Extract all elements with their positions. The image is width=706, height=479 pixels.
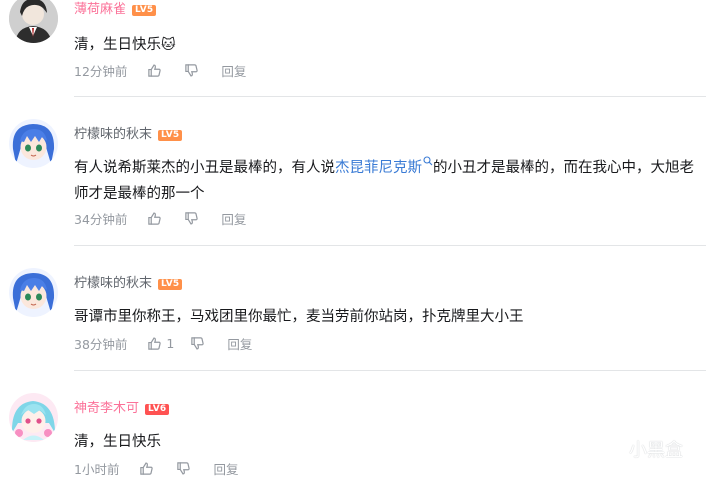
like-button[interactable] — [147, 211, 162, 226]
timestamp: 1小时前 — [74, 461, 120, 477]
like-button[interactable] — [147, 63, 162, 78]
like-button[interactable]: 1 — [147, 336, 174, 351]
tag-text: 杰昆菲尼克斯 — [335, 160, 422, 176]
dislike-button[interactable] — [190, 336, 205, 351]
timestamp: 34分钟前 — [74, 211, 128, 227]
comment-header: 神奇李木可 LV6 — [74, 401, 170, 417]
comment-body: 清，生日快乐 — [74, 434, 161, 450]
divider — [74, 245, 706, 246]
watermark: 小黑盒 — [600, 436, 683, 462]
search-tag-link[interactable]: 杰昆菲尼克斯 — [335, 156, 433, 176]
like-count: 1 — [166, 335, 175, 351]
comment-header: 柠檬味的秋末 LV5 — [74, 276, 183, 292]
level-badge: LV5 — [158, 129, 183, 141]
comment-body-part: 有人说希斯莱杰的小丑是最棒的，有人说 — [74, 160, 335, 176]
divider — [74, 96, 706, 97]
reply-button[interactable]: 回复 — [221, 61, 246, 80]
username[interactable]: 柠檬味的秋末 — [74, 127, 152, 143]
level-badge: LV5 — [158, 278, 183, 290]
dislike-button[interactable] — [184, 211, 199, 226]
username[interactable]: 柠檬味的秋末 — [74, 276, 152, 292]
reply-button[interactable]: 回复 — [213, 459, 238, 478]
dislike-button[interactable] — [176, 461, 191, 476]
thumbs-up-icon — [148, 211, 162, 225]
avatar[interactable] — [9, 393, 58, 442]
comment-header: 薄荷麻雀 LV5 — [74, 2, 157, 18]
heybox-logo-icon — [602, 437, 622, 461]
like-button[interactable] — [139, 461, 154, 476]
comment-header: 柠檬味的秋末 LV5 — [74, 127, 183, 143]
divider — [74, 370, 706, 371]
watermark-text: 小黑盒 — [629, 440, 683, 461]
avatar[interactable] — [9, 119, 58, 168]
avatar[interactable] — [9, 268, 58, 317]
comment-text: 哥谭市里你称王，马戏团里你最忙，麦当劳前你站岗，扑克牌里大小王 — [74, 304, 699, 330]
comment-meta: 12分钟前 回复 — [74, 61, 268, 79]
timestamp: 12分钟前 — [74, 63, 128, 79]
avatar[interactable] — [9, 0, 58, 43]
comment-meta: 38分钟前 1 回复 — [74, 334, 274, 352]
thumbs-up-icon — [148, 63, 162, 77]
level-badge: LV6 — [145, 403, 170, 415]
thumbs-up-icon — [148, 336, 162, 350]
thumbs-down-icon — [185, 63, 199, 77]
thumbs-up-icon — [140, 461, 154, 475]
dislike-button[interactable] — [184, 63, 199, 78]
comment-body: 哥谭市里你称王，马戏团里你最忙，麦当劳前你站岗，扑克牌里大小王 — [74, 309, 524, 325]
comment-meta: 1小时前 回复 — [74, 459, 260, 477]
comment-body: 清，生日快乐 — [74, 37, 161, 53]
username[interactable]: 神奇李木可 — [74, 401, 139, 417]
comment-text: 有人说希斯莱杰的小丑是最棒的，有人说杰昆菲尼克斯 的小丑才是最棒的，而在我心中，大… — [74, 155, 699, 207]
timestamp: 38分钟前 — [74, 336, 128, 352]
username[interactable]: 薄荷麻雀 — [74, 2, 126, 18]
level-badge: LV5 — [132, 4, 157, 16]
comment-text: 清，生日快乐🐱 — [74, 32, 699, 58]
search-icon — [423, 156, 433, 166]
thumbs-down-icon — [185, 211, 199, 225]
reply-button[interactable]: 回复 — [221, 209, 246, 228]
comment-meta: 34分钟前 回复 — [74, 209, 268, 227]
reply-button[interactable]: 回复 — [227, 334, 252, 353]
thumbs-down-icon — [177, 461, 191, 475]
thumbs-down-icon — [191, 336, 205, 350]
cat-emoji: 🐱 — [161, 37, 176, 53]
